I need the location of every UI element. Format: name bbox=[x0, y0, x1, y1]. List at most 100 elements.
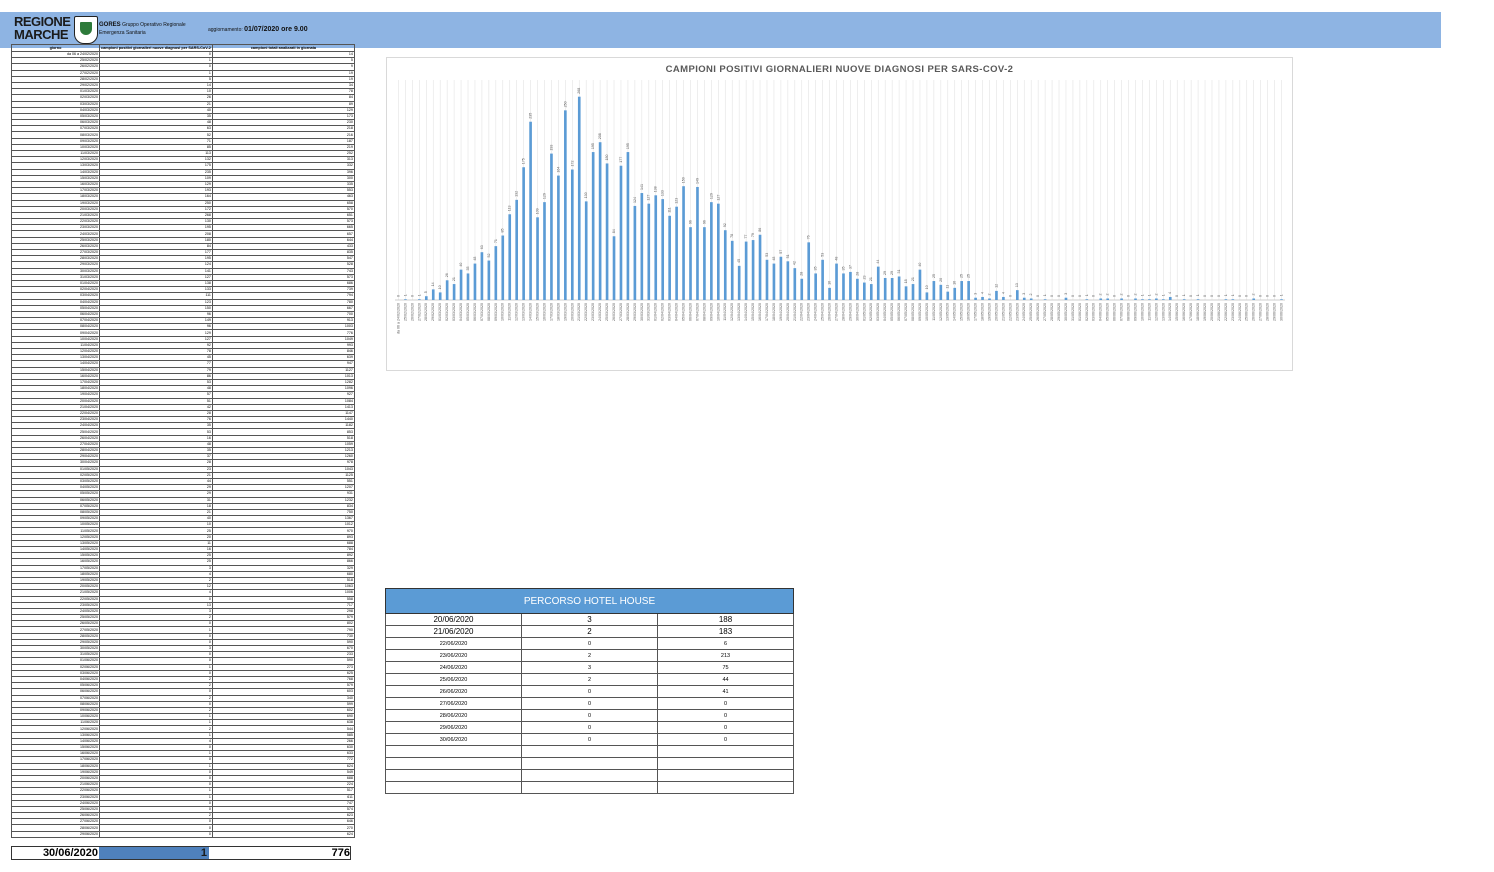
chart-data-label: 25 bbox=[960, 274, 964, 278]
chart-data-label: 57 bbox=[779, 250, 783, 254]
hotel-table-row: 25/06/2020 2 44 bbox=[385, 673, 794, 686]
column-header-tests: campioni totali analizzati in giornata bbox=[211, 44, 355, 52]
chart-bar bbox=[522, 167, 525, 300]
chart-data-label: 129 bbox=[709, 193, 713, 199]
chart-bar bbox=[536, 217, 539, 300]
chart-tick-label: 10/04/2020 bbox=[716, 303, 720, 321]
chart-bar bbox=[814, 273, 817, 300]
hotel-table-row: 23/06/2020 2 213 bbox=[385, 649, 794, 662]
chart-data-label: 0 bbox=[1189, 295, 1193, 297]
chart-canvas: 0 da 06 a 24/02/2020 1 25/02/2020 0 26/02/202… bbox=[395, 80, 1285, 334]
chart-data-label: 0 bbox=[1057, 295, 1061, 297]
chart-bar bbox=[737, 265, 741, 300]
chart-bar bbox=[835, 263, 838, 300]
chart-tick-label: 18/03/2020 bbox=[556, 303, 560, 321]
hotel-row-positive: 0 bbox=[521, 709, 658, 722]
chart-bar bbox=[1085, 299, 1089, 300]
chart-bar bbox=[564, 110, 567, 301]
chart-bar bbox=[487, 260, 491, 300]
chart-bar bbox=[647, 203, 651, 300]
chart-bar bbox=[689, 227, 692, 300]
update-info: aggiornamento: 01/07/2020 ore 9.00 bbox=[208, 26, 308, 33]
hotel-table-row: 26/06/2020 0 41 bbox=[385, 685, 794, 698]
chart-bar bbox=[452, 284, 456, 300]
hotel-row-tests: 41 bbox=[657, 685, 794, 698]
chart-bar bbox=[584, 201, 588, 300]
chart-tick-label: 12/06/2020 bbox=[1154, 303, 1158, 321]
chart-bar bbox=[605, 163, 609, 300]
chart-tick-label: 08/05/2020 bbox=[911, 303, 915, 321]
chart-tick-label: 09/06/2020 bbox=[1133, 303, 1137, 321]
chart-data-label: 18 bbox=[904, 279, 908, 283]
chart-data-label: 13 bbox=[1015, 283, 1019, 287]
chart-tick-label: 31/05/2020 bbox=[1071, 303, 1075, 321]
hotel-table-row bbox=[385, 745, 794, 758]
chart-data-label: 10 bbox=[438, 285, 442, 289]
chart-data-label: 51 bbox=[786, 254, 790, 258]
org-block: GORES Gruppo Operativo Regionale Emergen… bbox=[99, 21, 186, 37]
chart-data-label: 1 bbox=[417, 294, 421, 296]
chart-bar bbox=[925, 292, 929, 300]
chart-tick-label: 21/04/2020 bbox=[793, 303, 797, 321]
chart-bar bbox=[974, 297, 977, 300]
chart-bar bbox=[1015, 290, 1019, 300]
chart-bar bbox=[765, 259, 769, 300]
hotel-row-date: 23/06/2020 bbox=[385, 649, 522, 662]
chart-tick-label: 30/04/2020 bbox=[855, 303, 859, 321]
chart-data-label: 4 bbox=[1001, 292, 1005, 294]
chart-bar bbox=[890, 278, 894, 300]
hotel-row-tests: 75 bbox=[657, 661, 794, 674]
total-date: 30/06/2020 bbox=[42, 847, 98, 859]
chart-data-label: 35 bbox=[814, 266, 818, 270]
chart-data-label: 21 bbox=[452, 277, 456, 281]
chart-tick-label: 04/04/2020 bbox=[675, 303, 679, 321]
chart-bar bbox=[1022, 297, 1026, 300]
chart-tick-label: 01/04/2020 bbox=[654, 303, 658, 321]
chart-bar bbox=[501, 235, 505, 300]
chart-tick-label: 08/03/2020 bbox=[487, 303, 491, 321]
chart-data-label: 40 bbox=[918, 263, 922, 267]
chart-bar bbox=[626, 152, 630, 300]
chart-data-label: 0 bbox=[1266, 295, 1270, 297]
crest-icon bbox=[74, 16, 98, 44]
chart-tick-label: 22/06/2020 bbox=[1224, 303, 1228, 321]
chart-tick-label: 24/05/2020 bbox=[1022, 303, 1026, 321]
chart-bar bbox=[515, 199, 519, 300]
chart-bar bbox=[543, 202, 546, 300]
chart-tick-label: 01/03/2020 bbox=[438, 303, 442, 321]
hotel-table-row: 21/06/2020 2 183 bbox=[385, 625, 794, 638]
chart-tick-label: 15/05/2020 bbox=[960, 303, 964, 321]
chart-tick-label: 26/04/2020 bbox=[828, 303, 832, 321]
chart-data-label: 235 bbox=[529, 113, 533, 119]
chart-data-label: 150 bbox=[682, 177, 686, 183]
chart-bar bbox=[438, 292, 442, 300]
chart-data-label: 268 bbox=[577, 88, 581, 94]
chart-bar bbox=[1134, 298, 1137, 300]
chart-bar bbox=[751, 240, 755, 300]
chart-tick-label: 30/05/2020 bbox=[1064, 303, 1068, 321]
chart-tick-label: 09/03/2020 bbox=[494, 303, 498, 321]
chart-data-label: 71 bbox=[494, 239, 498, 243]
chart-data-label: 0 bbox=[1259, 295, 1263, 297]
chart-tick-label: 11/04/2020 bbox=[723, 303, 727, 321]
chart-bar bbox=[960, 281, 964, 300]
hotel-row-positive: 0 bbox=[521, 697, 658, 710]
chart-bar bbox=[577, 96, 581, 300]
chart-data-label: 1 bbox=[1140, 294, 1144, 296]
chart-data-label: 0 bbox=[1113, 295, 1117, 297]
chart-bar bbox=[1106, 298, 1110, 300]
chart-bar bbox=[1099, 298, 1103, 300]
chart-bar bbox=[807, 242, 811, 300]
chart-data-label: 1 bbox=[1043, 294, 1047, 296]
hotel-house-table: PERCORSO HOTEL HOUSE 20/06/2020 3 188 21/06… bbox=[385, 588, 794, 794]
chart-data-label: 0 bbox=[1036, 295, 1040, 297]
chart-bar bbox=[424, 296, 428, 300]
chart-tick-label: 10/06/2020 bbox=[1140, 303, 1144, 321]
hotel-table-row: 20/06/2020 3 188 bbox=[385, 613, 794, 626]
chart-bar bbox=[459, 269, 463, 300]
chart-bar bbox=[668, 215, 671, 300]
org-desc1: Gruppo Operativo Regionale bbox=[122, 22, 186, 28]
chart-data-label: 123 bbox=[675, 198, 679, 204]
chart-tick-label: 26/06/2020 bbox=[1252, 303, 1256, 321]
chart-tick-label: 23/04/2020 bbox=[807, 303, 811, 321]
